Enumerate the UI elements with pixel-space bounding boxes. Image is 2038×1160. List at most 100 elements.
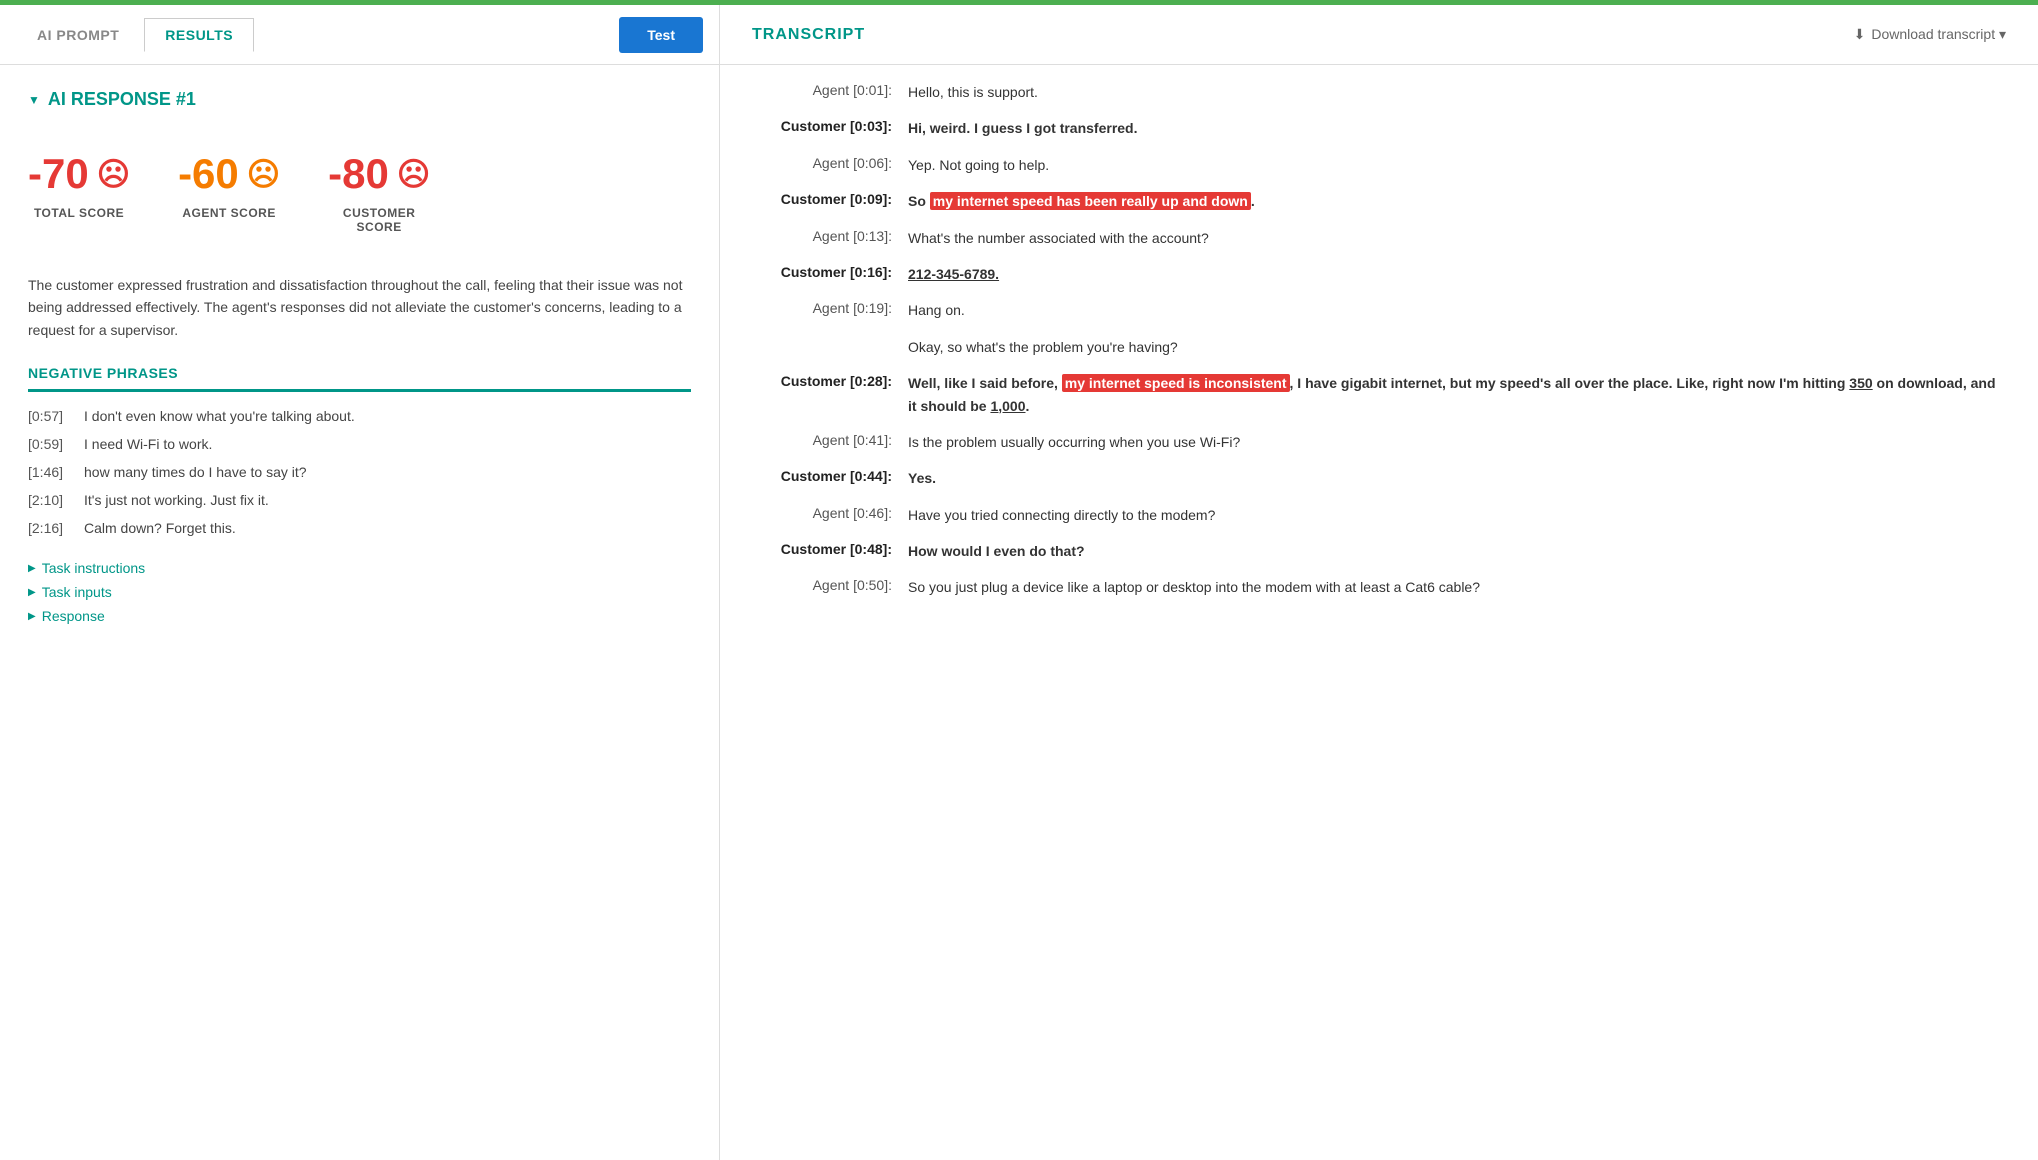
agent-score-label: AGENT SCORE [182, 206, 276, 220]
table-row: Agent [0:41]: Is the problem usually occ… [752, 431, 2006, 453]
highlighted-phrase: my internet speed is inconsistent [1062, 374, 1290, 392]
download-label: Download transcript ▾ [1871, 26, 2006, 43]
phrase-text: I don't even know what you're talking ab… [84, 408, 355, 424]
ai-response-header: ▼ AI RESPONSE #1 [28, 89, 691, 110]
table-row: Agent [0:50]: So you just plug a device … [752, 576, 2006, 598]
response-link[interactable]: ▶ Response [28, 608, 691, 624]
speaker-label: Customer [0:48]: [752, 540, 892, 557]
speaker-label: Agent [0:13]: [752, 227, 892, 244]
speech-text: Hang on. [908, 299, 2006, 321]
negative-phrases-title: NEGATIVE PHRASES [28, 365, 691, 381]
phrase-time: [2:16] [28, 520, 68, 536]
total-score-label: TOTAL SCORE [34, 206, 124, 220]
ai-response-title: AI RESPONSE #1 [48, 89, 196, 110]
speech-text: So you just plug a device like a laptop … [908, 576, 2006, 598]
customer-score-value: -80 ☹ [328, 150, 430, 198]
left-panel: AI PROMPT RESULTS Test ▼ AI RESPONSE #1 … [0, 5, 720, 1160]
agent-score-number: -60 [178, 150, 239, 198]
speech-text: Have you tried connecting directly to th… [908, 504, 2006, 526]
speaker-label: Agent [0:19]: [752, 299, 892, 316]
left-content: ▼ AI RESPONSE #1 -70 ☹ TOTAL SCORE -60 ☹ [0, 65, 719, 1160]
app-layout: AI PROMPT RESULTS Test ▼ AI RESPONSE #1 … [0, 5, 2038, 1160]
transcript-title: TRANSCRIPT [752, 26, 865, 44]
customer-score-label: CUSTOMERSCORE [343, 206, 415, 234]
table-row: Customer [0:28]: Well, like I said befor… [752, 372, 2006, 417]
summary-text: The customer expressed frustration and d… [28, 274, 691, 341]
phrase-time: [1:46] [28, 464, 68, 480]
phrase-text: It's just not working. Just fix it. [84, 492, 269, 508]
phrase-text: I need Wi-Fi to work. [84, 436, 212, 452]
speaker-label: Customer [0:03]: [752, 117, 892, 134]
phrase-time: [2:10] [28, 492, 68, 508]
table-row: Agent [0:13]: What's the number associat… [752, 227, 2006, 249]
agent-score-emoji: ☹ [247, 155, 280, 193]
speech-text: Hello, this is support. [908, 81, 2006, 103]
table-row: Agent [0:19]: Hang on. [752, 299, 2006, 321]
table-row: Agent [0:01]: Hello, this is support. [752, 81, 2006, 103]
right-panel: TRANSCRIPT ⬇ Download transcript ▾ Agent… [720, 5, 2038, 1160]
triangle-icon: ▶ [28, 563, 36, 574]
table-row: Customer [0:09]: So my internet speed ha… [752, 190, 2006, 212]
transcript-content: Agent [0:01]: Hello, this is support. Cu… [720, 65, 2038, 1160]
list-item: [1:46] how many times do I have to say i… [28, 464, 691, 480]
task-instructions-link[interactable]: ▶ Task instructions [28, 560, 691, 576]
phrase-text: Calm down? Forget this. [84, 520, 236, 536]
speaker-label: Agent [0:06]: [752, 154, 892, 171]
list-item: [0:57] I don't even know what you're tal… [28, 408, 691, 424]
total-score-number: -70 [28, 150, 89, 198]
list-item: [0:59] I need Wi-Fi to work. [28, 436, 691, 452]
test-button[interactable]: Test [619, 17, 703, 53]
task-instructions-label: Task instructions [42, 560, 145, 576]
task-inputs-link[interactable]: ▶ Task inputs [28, 584, 691, 600]
triangle-icon: ▶ [28, 587, 36, 598]
download-transcript-button[interactable]: ⬇ Download transcript ▾ [1854, 26, 2006, 43]
speech-text: Is the problem usually occurring when yo… [908, 431, 2006, 453]
triangle-icon: ▶ [28, 611, 36, 622]
customer-score-item: -80 ☹ CUSTOMERSCORE [328, 150, 430, 234]
speech-text: What's the number associated with the ac… [908, 227, 2006, 249]
total-score-value: -70 ☹ [28, 150, 130, 198]
underlined-text: 1,000 [990, 398, 1025, 414]
speech-text: Hi, weird. I guess I got transferred. [908, 117, 2006, 139]
agent-score-value: -60 ☹ [178, 150, 280, 198]
agent-score-item: -60 ☹ AGENT SCORE [178, 150, 280, 220]
phrase-text: how many times do I have to say it? [84, 464, 307, 480]
list-item: [2:16] Calm down? Forget this. [28, 520, 691, 536]
speech-text: 212-345-6789. [908, 263, 2006, 285]
phrase-time: [0:59] [28, 436, 68, 452]
speaker-label: Customer [0:28]: [752, 372, 892, 389]
response-label: Response [42, 608, 105, 624]
transcript-header: TRANSCRIPT ⬇ Download transcript ▾ [720, 5, 2038, 65]
teal-divider [28, 389, 691, 392]
tabs-bar: AI PROMPT RESULTS Test [0, 5, 719, 65]
scores-row: -70 ☹ TOTAL SCORE -60 ☹ AGENT SCORE -80 [28, 134, 691, 250]
tab-results[interactable]: RESULTS [144, 18, 254, 52]
total-score-emoji: ☹ [97, 155, 130, 193]
speaker-label: Agent [0:50]: [752, 576, 892, 593]
total-score-item: -70 ☹ TOTAL SCORE [28, 150, 130, 220]
speaker-label: Customer [0:09]: [752, 190, 892, 207]
list-item: [2:10] It's just not working. Just fix i… [28, 492, 691, 508]
speaker-label: Agent [0:01]: [752, 81, 892, 98]
table-row: Customer [0:48]: How would I even do tha… [752, 540, 2006, 562]
speech-text: So my internet speed has been really up … [908, 190, 2006, 212]
speaker-label: Customer [0:16]: [752, 263, 892, 280]
speaker-label [752, 336, 892, 337]
bottom-links: ▶ Task instructions ▶ Task inputs ▶ Resp… [28, 560, 691, 624]
underlined-text: 350 [1849, 375, 1872, 391]
speech-text: Well, like I said before, my internet sp… [908, 372, 2006, 417]
speech-text: Yep. Not going to help. [908, 154, 2006, 176]
task-inputs-label: Task inputs [42, 584, 112, 600]
table-row: Customer [0:44]: Yes. [752, 467, 2006, 489]
collapse-chevron[interactable]: ▼ [28, 93, 40, 107]
tab-ai-prompt[interactable]: AI PROMPT [16, 18, 140, 52]
underlined-text: 212-345-6789. [908, 266, 999, 282]
customer-score-number: -80 [328, 150, 389, 198]
negative-phrases-section: NEGATIVE PHRASES [0:57] I don't even kno… [28, 365, 691, 536]
speaker-label: Agent [0:41]: [752, 431, 892, 448]
speech-text: Yes. [908, 467, 2006, 489]
table-row: Customer [0:03]: Hi, weird. I guess I go… [752, 117, 2006, 139]
table-row: Agent [0:46]: Have you tried connecting … [752, 504, 2006, 526]
highlighted-phrase: my internet speed has been really up and… [930, 192, 1251, 210]
download-icon: ⬇ [1854, 26, 1866, 43]
